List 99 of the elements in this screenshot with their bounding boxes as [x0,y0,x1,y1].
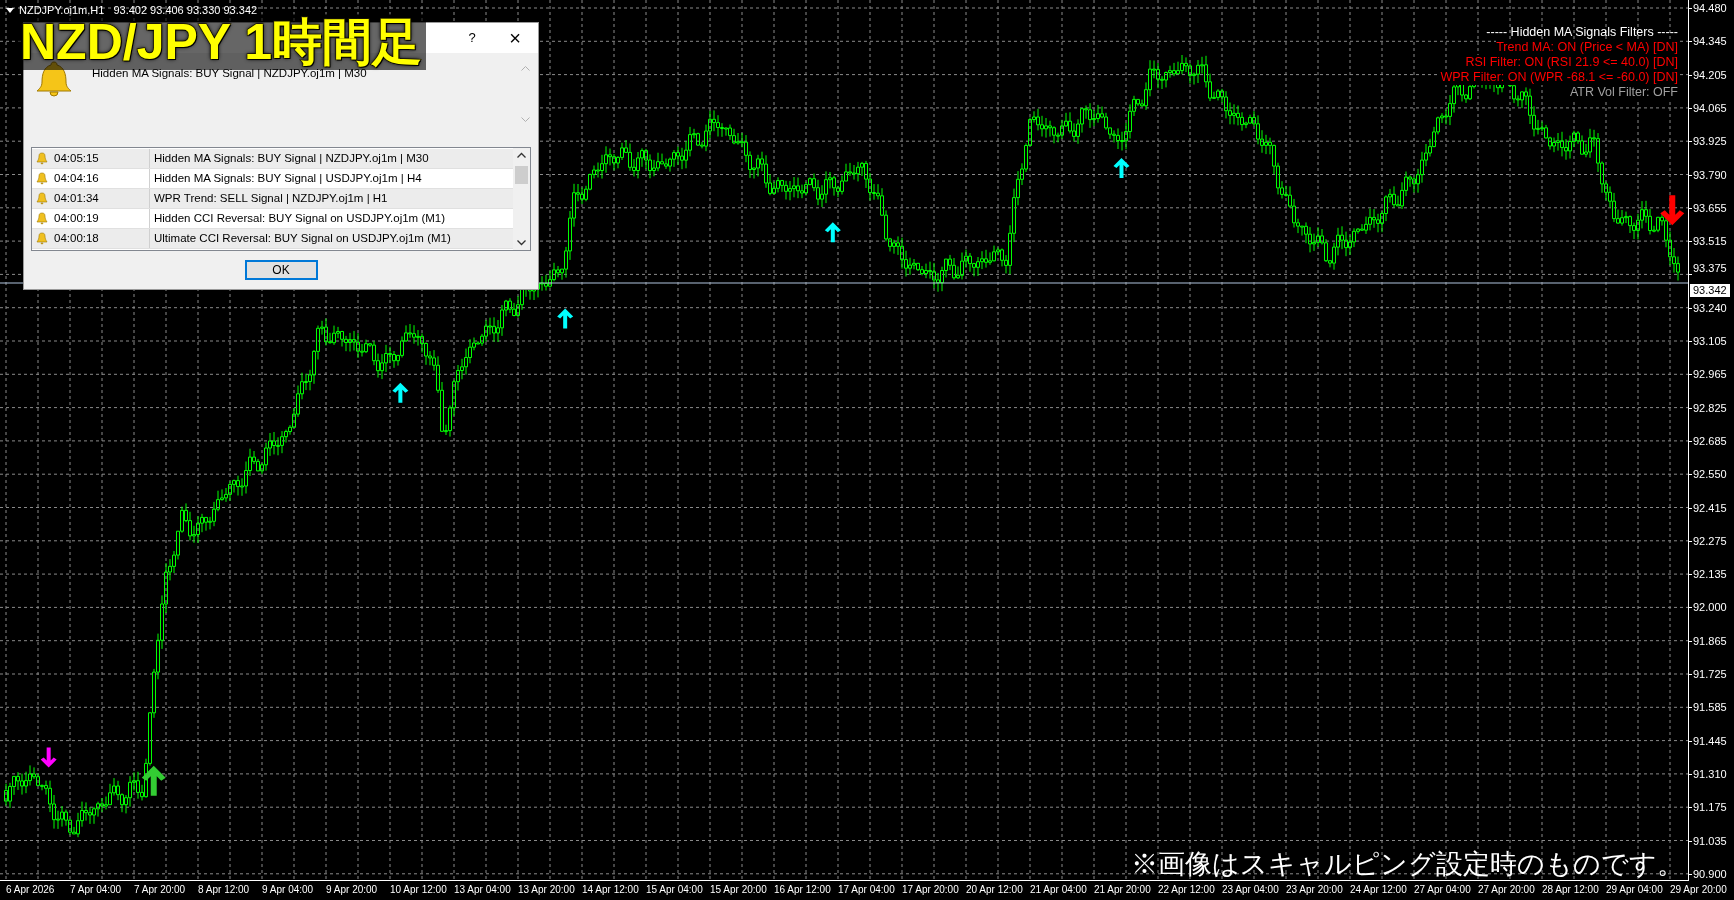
alert-time: 04:01:34 [54,190,99,206]
time-label: 28 Apr 12:00 [1542,883,1599,897]
current-price-tag: 93.342 [1690,284,1730,297]
bell-icon [36,172,48,185]
filter-status: WPR Filter: ON (WPR -68.1 <= -60.0) [DN] [1440,70,1678,85]
filter-status: ATR Vol Filter: OFF [1569,85,1678,100]
close-button[interactable]: × [492,23,538,53]
price-label: 92.550 [1693,467,1727,482]
price-label: 92.965 [1693,367,1727,382]
price-label: 93.240 [1693,300,1727,315]
time-label: 23 Apr 04:00 [1222,883,1279,897]
scroll-thumb[interactable] [515,166,528,184]
price-label: 92.825 [1693,400,1727,415]
bell-icon [36,212,48,225]
up-arrow-icon [141,765,166,796]
price-label: 94.065 [1693,100,1727,115]
price-label: 92.685 [1693,433,1727,448]
time-label: 29 Apr 20:00 [1670,883,1727,897]
price-label: 94.345 [1693,34,1727,49]
alert-row[interactable]: 04:01:34 WPR Trend: SELL Signal | NZDJPY.oj1m | H1 [32,189,513,209]
alert-row[interactable]: 04:00:18 Ultimate CCI Reversal: BUY Signal on USDJPY.oj1m (M1) [32,229,513,249]
time-label: 15 Apr 04:00 [646,883,703,897]
scroll-up-icon[interactable] [517,152,526,158]
price-label: 93.105 [1693,334,1727,348]
price-label: 93.655 [1693,200,1727,215]
overlay-note: ※画像はスキャルピング設定時のものです。 [1131,848,1684,880]
time-label: 10 Apr 12:00 [390,883,447,897]
down-arrow-icon [1660,195,1685,226]
time-label: 13 Apr 20:00 [518,883,575,897]
chart-ohlc: 93.402 93.406 93.330 93.342 [113,3,258,17]
alert-row[interactable]: 04:05:15 Hidden MA Signals: BUY Signal | NZDJPY.oj1m | M30 [32,149,513,169]
price-label: 91.175 [1693,800,1727,815]
chart-symbol: NZDJPY.oj1m,H1 [19,3,105,17]
alert-text: Hidden MA Signals: BUY Signal | USDJPY.oj1m | H4 [153,170,422,186]
price-label: 94.205 [1693,67,1727,82]
alert-text: Hidden MA Signals: BUY Signal | NZDJPY.oj1m | M30 [153,150,429,166]
time-label: 29 Apr 04:00 [1606,883,1663,897]
help-button[interactable]: ? [452,23,492,53]
time-label: 23 Apr 20:00 [1286,883,1343,897]
price-label: 92.000 [1693,600,1727,615]
price-label: 93.515 [1693,234,1727,249]
price-label: 91.585 [1693,700,1727,715]
up-arrow-icon [392,382,409,403]
up-arrow-icon [1113,158,1130,179]
price-label: 93.375 [1693,261,1727,276]
time-label: 27 Apr 20:00 [1478,883,1535,897]
alert-time: 04:05:15 [54,150,99,166]
price-label: 91.035 [1693,833,1727,848]
price-label: 91.865 [1693,633,1727,648]
time-label: 6 Apr 2026 [6,883,55,897]
alert-time: 04:04:16 [54,170,99,186]
time-label: 20 Apr 12:00 [966,883,1023,897]
price-label: 91.445 [1693,733,1727,748]
price-label: 91.310 [1693,766,1727,781]
filters-title: ----- Hidden MA Signals Filters ----- [1486,25,1678,40]
time-label: 7 Apr 20:00 [134,883,186,897]
bell-icon [36,232,48,245]
price-label: 94.480 [1693,1,1727,15]
time-label: 9 Apr 20:00 [326,883,378,897]
time-label: 17 Apr 20:00 [902,883,959,897]
time-label: 24 Apr 12:00 [1350,883,1407,897]
filter-status: Trend MA: ON (Price < MA) [DN] [1496,40,1678,55]
price-label: 91.725 [1693,667,1727,681]
time-label: 22 Apr 12:00 [1158,883,1215,897]
time-label: 7 Apr 04:00 [70,883,122,897]
bell-icon [36,152,48,165]
scroll-down-icon[interactable] [517,240,526,246]
dropdown-triangle-icon[interactable] [6,7,14,13]
bell-icon [36,192,48,205]
time-label: 21 Apr 20:00 [1094,883,1151,897]
ok-button[interactable]: OK [244,260,318,280]
time-label: 13 Apr 04:00 [454,883,511,897]
up-arrow-icon [557,308,574,329]
alert-text: WPR Trend: SELL Signal | NZDJPY.oj1m | H1 [153,190,388,206]
time-label: 8 Apr 12:00 [198,883,250,897]
alert-message: Hidden MA Signals: BUY Signal | NZDJPY.oj1m | M30 [92,67,367,81]
price-label: 93.790 [1693,167,1727,182]
scrollbar[interactable] [513,148,530,250]
alert-time: 04:00:18 [54,230,99,246]
price-label: 92.135 [1693,567,1727,582]
alert-row[interactable]: 04:00:19 Hidden CCI Reversal: BUY Signal on USDJPY.oj1m (M1) [32,209,513,229]
time-label: 14 Apr 12:00 [582,883,639,897]
time-label: 27 Apr 04:00 [1414,883,1471,897]
alert-row[interactable]: 04:04:16 Hidden MA Signals: BUY Signal | USDJPY.oj1m | H4 [32,169,513,189]
price-label: 92.415 [1693,500,1727,515]
up-arrow-icon [824,222,841,243]
time-label: 15 Apr 20:00 [710,883,767,897]
price-label: 90.900 [1693,866,1727,881]
time-label: 17 Apr 04:00 [838,883,895,897]
down-arrow-icon [40,747,57,768]
alert-text: Hidden CCI Reversal: BUY Signal on USDJPY.oj1m (M1) [153,210,446,226]
time-label: 9 Apr 04:00 [262,883,314,897]
alert-text: Ultimate CCI Reversal: BUY Signal on USDJPY.oj1m (M1) [153,230,451,246]
price-label: 92.275 [1693,533,1727,548]
time-label: 16 Apr 12:00 [774,883,831,897]
price-label: 93.925 [1693,134,1727,149]
time-label: 21 Apr 04:00 [1030,883,1087,897]
filter-status: RSI Filter: ON (RSI 21.9 <= 40.0) [DN] [1465,55,1678,70]
alert-time: 04:00:19 [54,210,99,226]
